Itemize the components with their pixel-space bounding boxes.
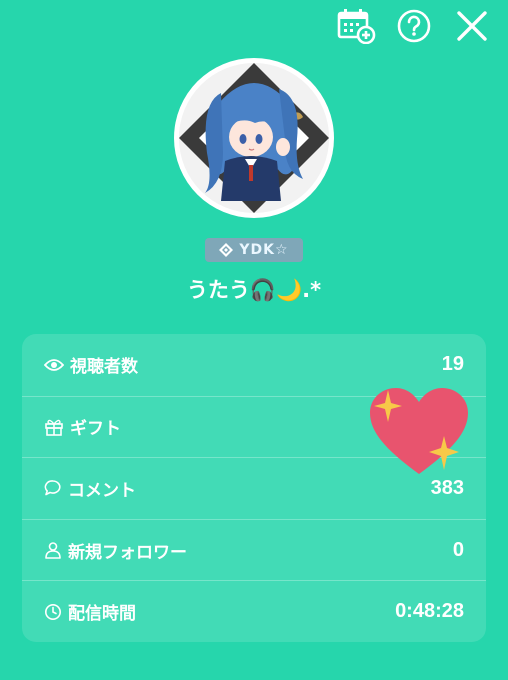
badge-text: YDK☆ — [239, 242, 289, 258]
close-icon — [457, 11, 487, 41]
avatar-image — [179, 63, 329, 213]
gift-icon — [45, 419, 63, 436]
eye-icon — [44, 358, 64, 371]
diamond-icon — [219, 243, 234, 257]
comment-icon — [44, 480, 61, 496]
clock-icon — [45, 603, 61, 620]
stat-label: 新規フォロワー — [68, 542, 187, 563]
heart-sparkle-icon — [370, 388, 468, 474]
stat-value: 19 — [441, 353, 464, 376]
user-badge: YDK☆ — [205, 238, 303, 262]
stat-value: 383 — [430, 476, 464, 499]
username: うたう🎧🌙.* — [186, 278, 322, 302]
stat-row-new-followers: 新規フォロワー 0 — [22, 518, 486, 581]
stat-label: 視聴者数 — [70, 357, 138, 378]
calendar-add-icon — [337, 9, 376, 44]
stat-label: ギフト — [70, 419, 121, 440]
stat-value: 0:48:28 — [395, 600, 464, 623]
help-button[interactable] — [392, 6, 436, 46]
stat-row-stream-time: 配信時間 0:48:28 — [22, 580, 486, 642]
stats-panel: 視聴者数 19 ギフト コメント 383 新規フォロワー 0 配信時間 0:48… — [22, 334, 486, 642]
stat-value: 0 — [452, 538, 464, 561]
help-icon — [397, 9, 431, 43]
stat-label: コメント — [68, 480, 136, 501]
avatar[interactable] — [174, 58, 334, 218]
calendar-add-button[interactable] — [334, 6, 378, 46]
stat-label: 配信時間 — [68, 604, 136, 625]
close-button[interactable] — [450, 6, 494, 46]
top-bar — [320, 6, 494, 46]
person-icon — [45, 542, 61, 559]
